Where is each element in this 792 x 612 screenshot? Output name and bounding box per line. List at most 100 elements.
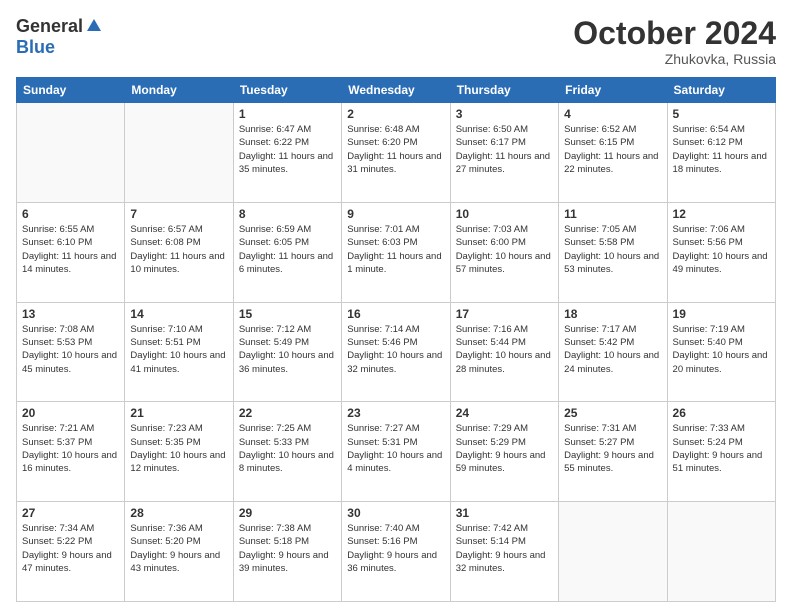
calendar-cell: 22 Sunrise: 7:25 AM Sunset: 5:33 PM Dayli…	[233, 402, 341, 502]
logo: General Blue	[16, 16, 103, 58]
day-number: 13	[22, 307, 119, 321]
day-info: Sunrise: 7:06 AM Sunset: 5:56 PM Dayligh…	[673, 223, 770, 276]
col-monday: Monday	[125, 78, 233, 103]
calendar-cell: 19 Sunrise: 7:19 AM Sunset: 5:40 PM Dayli…	[667, 302, 775, 402]
title-block: October 2024 Zhukovka, Russia	[573, 16, 776, 67]
week-row-2: 6 Sunrise: 6:55 AM Sunset: 6:10 PM Daylig…	[17, 202, 776, 302]
day-info: Sunrise: 7:19 AM Sunset: 5:40 PM Dayligh…	[673, 323, 770, 376]
calendar-cell: 27Sunrise: 7:34 AM Sunset: 5:22 PM Dayli…	[17, 502, 125, 602]
day-number: 11	[564, 207, 661, 221]
day-info: Sunrise: 7:05 AM Sunset: 5:58 PM Dayligh…	[564, 223, 661, 276]
day-info: Sunrise: 7:12 AM Sunset: 5:49 PM Dayligh…	[239, 323, 336, 376]
day-info: Sunrise: 7:03 AM Sunset: 6:00 PM Dayligh…	[456, 223, 553, 276]
day-info: Sunrise: 6:59 AM Sunset: 6:05 PM Dayligh…	[239, 223, 336, 276]
day-info: Sunrise: 7:27 AM Sunset: 5:31 PM Dayligh…	[347, 422, 444, 475]
day-number: 16	[347, 307, 444, 321]
calendar-cell: 14Sunrise: 7:10 AM Sunset: 5:51 PM Dayli…	[125, 302, 233, 402]
day-info: Sunrise: 6:55 AM Sunset: 6:10 PM Dayligh…	[22, 223, 119, 276]
day-number: 5	[673, 107, 770, 121]
calendar-cell: 5 Sunrise: 6:54 AM Sunset: 6:12 PM Daylig…	[667, 103, 775, 203]
day-info: Sunrise: 7:01 AM Sunset: 6:03 PM Dayligh…	[347, 223, 444, 276]
day-info: Sunrise: 6:54 AM Sunset: 6:12 PM Dayligh…	[673, 123, 770, 176]
col-saturday: Saturday	[667, 78, 775, 103]
day-number: 25	[564, 406, 661, 420]
day-info: Sunrise: 7:34 AM Sunset: 5:22 PM Dayligh…	[22, 522, 119, 575]
day-number: 8	[239, 207, 336, 221]
calendar-cell: 31 Sunrise: 7:42 AM Sunset: 5:14 PM Dayli…	[450, 502, 558, 602]
calendar-cell: 12 Sunrise: 7:06 AM Sunset: 5:56 PM Dayli…	[667, 202, 775, 302]
day-number: 28	[130, 506, 227, 520]
calendar-cell	[17, 103, 125, 203]
calendar-cell	[559, 502, 667, 602]
day-info: Sunrise: 7:42 AM Sunset: 5:14 PM Dayligh…	[456, 522, 553, 575]
day-info: Sunrise: 7:31 AM Sunset: 5:27 PM Dayligh…	[564, 422, 661, 475]
calendar-cell: 4Sunrise: 6:52 AM Sunset: 6:15 PM Daylig…	[559, 103, 667, 203]
day-info: Sunrise: 7:23 AM Sunset: 5:35 PM Dayligh…	[130, 422, 227, 475]
calendar-header-row: Sunday Monday Tuesday Wednesday Thursday…	[17, 78, 776, 103]
day-number: 22	[239, 406, 336, 420]
header: General Blue October 2024 Zhukovka, Russ…	[16, 16, 776, 67]
day-number: 7	[130, 207, 227, 221]
calendar-cell: 30Sunrise: 7:40 AM Sunset: 5:16 PM Dayli…	[342, 502, 450, 602]
calendar-cell: 7 Sunrise: 6:57 AM Sunset: 6:08 PM Daylig…	[125, 202, 233, 302]
calendar-cell: 17Sunrise: 7:16 AM Sunset: 5:44 PM Dayli…	[450, 302, 558, 402]
col-wednesday: Wednesday	[342, 78, 450, 103]
week-row-4: 20 Sunrise: 7:21 AM Sunset: 5:37 PM Dayli…	[17, 402, 776, 502]
day-info: Sunrise: 7:36 AM Sunset: 5:20 PM Dayligh…	[130, 522, 227, 575]
calendar-cell: 21 Sunrise: 7:23 AM Sunset: 5:35 PM Dayli…	[125, 402, 233, 502]
day-info: Sunrise: 7:29 AM Sunset: 5:29 PM Dayligh…	[456, 422, 553, 475]
calendar-cell: 8 Sunrise: 6:59 AM Sunset: 6:05 PM Daylig…	[233, 202, 341, 302]
day-number: 12	[673, 207, 770, 221]
logo-general-text: General	[16, 16, 83, 37]
location-text: Zhukovka, Russia	[573, 51, 776, 67]
day-number: 6	[22, 207, 119, 221]
day-info: Sunrise: 6:52 AM Sunset: 6:15 PM Dayligh…	[564, 123, 661, 176]
day-number: 20	[22, 406, 119, 420]
calendar-cell: 3 Sunrise: 6:50 AM Sunset: 6:17 PM Daylig…	[450, 103, 558, 203]
day-info: Sunrise: 7:10 AM Sunset: 5:51 PM Dayligh…	[130, 323, 227, 376]
day-number: 30	[347, 506, 444, 520]
calendar-cell: 1Sunrise: 6:47 AM Sunset: 6:22 PM Daylig…	[233, 103, 341, 203]
day-number: 9	[347, 207, 444, 221]
day-info: Sunrise: 6:50 AM Sunset: 6:17 PM Dayligh…	[456, 123, 553, 176]
day-number: 21	[130, 406, 227, 420]
day-info: Sunrise: 7:16 AM Sunset: 5:44 PM Dayligh…	[456, 323, 553, 376]
day-info: Sunrise: 6:57 AM Sunset: 6:08 PM Dayligh…	[130, 223, 227, 276]
day-info: Sunrise: 7:25 AM Sunset: 5:33 PM Dayligh…	[239, 422, 336, 475]
day-info: Sunrise: 7:33 AM Sunset: 5:24 PM Dayligh…	[673, 422, 770, 475]
calendar-cell: 24 Sunrise: 7:29 AM Sunset: 5:29 PM Dayli…	[450, 402, 558, 502]
week-row-5: 27Sunrise: 7:34 AM Sunset: 5:22 PM Dayli…	[17, 502, 776, 602]
calendar-cell: 11 Sunrise: 7:05 AM Sunset: 5:58 PM Dayli…	[559, 202, 667, 302]
day-number: 18	[564, 307, 661, 321]
calendar-cell: 18 Sunrise: 7:17 AM Sunset: 5:42 PM Dayli…	[559, 302, 667, 402]
day-number: 15	[239, 307, 336, 321]
day-number: 29	[239, 506, 336, 520]
day-number: 3	[456, 107, 553, 121]
col-sunday: Sunday	[17, 78, 125, 103]
day-number: 1	[239, 107, 336, 121]
week-row-1: 1Sunrise: 6:47 AM Sunset: 6:22 PM Daylig…	[17, 103, 776, 203]
calendar-cell: 23 Sunrise: 7:27 AM Sunset: 5:31 PM Dayli…	[342, 402, 450, 502]
calendar-cell: 29 Sunrise: 7:38 AM Sunset: 5:18 PM Dayli…	[233, 502, 341, 602]
calendar-cell: 13Sunrise: 7:08 AM Sunset: 5:53 PM Dayli…	[17, 302, 125, 402]
calendar-cell: 25 Sunrise: 7:31 AM Sunset: 5:27 PM Dayli…	[559, 402, 667, 502]
day-info: Sunrise: 7:21 AM Sunset: 5:37 PM Dayligh…	[22, 422, 119, 475]
day-number: 24	[456, 406, 553, 420]
day-info: Sunrise: 7:17 AM Sunset: 5:42 PM Dayligh…	[564, 323, 661, 376]
day-info: Sunrise: 6:48 AM Sunset: 6:20 PM Dayligh…	[347, 123, 444, 176]
day-number: 31	[456, 506, 553, 520]
col-friday: Friday	[559, 78, 667, 103]
calendar-cell: 26Sunrise: 7:33 AM Sunset: 5:24 PM Dayli…	[667, 402, 775, 502]
calendar-cell: 16Sunrise: 7:14 AM Sunset: 5:46 PM Dayli…	[342, 302, 450, 402]
calendar-cell	[125, 103, 233, 203]
calendar-cell: 9 Sunrise: 7:01 AM Sunset: 6:03 PM Daylig…	[342, 202, 450, 302]
logo-icon	[85, 17, 103, 35]
logo-blue-text: Blue	[16, 37, 55, 57]
calendar-table: Sunday Monday Tuesday Wednesday Thursday…	[16, 77, 776, 602]
calendar-cell: 10Sunrise: 7:03 AM Sunset: 6:00 PM Dayli…	[450, 202, 558, 302]
day-info: Sunrise: 7:38 AM Sunset: 5:18 PM Dayligh…	[239, 522, 336, 575]
calendar-cell: 20 Sunrise: 7:21 AM Sunset: 5:37 PM Dayli…	[17, 402, 125, 502]
day-number: 19	[673, 307, 770, 321]
day-number: 23	[347, 406, 444, 420]
calendar-cell: 28 Sunrise: 7:36 AM Sunset: 5:20 PM Dayli…	[125, 502, 233, 602]
